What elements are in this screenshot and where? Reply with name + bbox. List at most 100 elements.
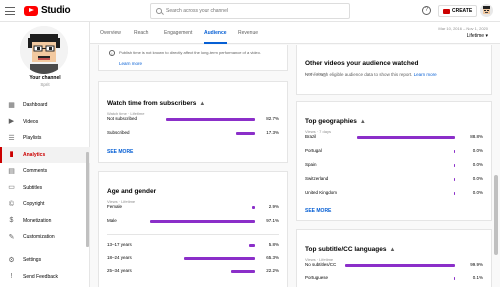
sidebar-item-label: Playlists xyxy=(23,135,42,142)
card-title: Watch time from subscribers xyxy=(107,100,197,107)
sidebar-item-monetization[interactable]: $ Monetization xyxy=(0,213,90,230)
sidebar-item-send-feedback[interactable]: ! Send Feedback xyxy=(0,269,90,286)
row-bar xyxy=(248,244,255,247)
watch-time-subscribers-card: Watch time from subscribers ▲ Watch time … xyxy=(98,81,288,163)
row-bar xyxy=(231,270,255,273)
row-label: Brazil xyxy=(305,134,317,139)
sidebar-item-subtitles[interactable]: ▭ Subtitles xyxy=(0,180,90,197)
geography-rows: Brazil 88.8% Portugal 0.0% Spain 0.0% Switzerl… xyxy=(305,134,483,204)
subtitle-rows: No subtitles/CC 99.9% Portuguese 0.1% xyxy=(305,262,483,287)
data-row: Subscribed 17.3% xyxy=(107,130,279,138)
data-row: Portugal 0.0% xyxy=(305,148,483,156)
sidebar-item-label: Customization xyxy=(23,234,55,241)
row-percent: 65.3% xyxy=(266,255,279,260)
card-header: Top geographies ▲ Views · 7 days xyxy=(305,110,366,134)
row-bar xyxy=(453,277,455,280)
data-row: No subtitles/CC 99.9% xyxy=(305,262,483,270)
row-percent: 0.0% xyxy=(472,176,483,181)
row-label: Female xyxy=(107,204,123,209)
subtitles-icon: ▭ xyxy=(8,184,15,192)
top-bar: Studio ? CREATE xyxy=(0,0,500,22)
search-input[interactable] xyxy=(166,8,336,14)
sidebar-item-copyright[interactable]: © Copyright xyxy=(0,196,90,213)
row-percent: 22.2% xyxy=(266,268,279,273)
row-bar xyxy=(345,264,455,267)
sidebar-item-settings[interactable]: ⚙ Settings xyxy=(0,252,90,269)
row-bar xyxy=(184,257,255,260)
row-bar xyxy=(251,206,255,209)
row-label: 25–34 years xyxy=(107,268,132,273)
card-header: Watch time from subscribers ▲ Watch time … xyxy=(107,92,205,116)
data-row: Spain 0.0% xyxy=(305,162,483,170)
watch-time-rows: Not subscribed 82.7% Subscribed 17.3% xyxy=(107,116,279,146)
card-title: Top geographies xyxy=(305,118,357,125)
row-label: United Kingdom xyxy=(305,190,338,195)
data-row: Not subscribed 82.7% xyxy=(107,116,279,124)
card-header: Age and gender Views · Lifetime xyxy=(107,180,156,204)
publish-time-note: Publish time is not known to directly af… xyxy=(119,50,261,55)
learn-more-link[interactable]: Learn more xyxy=(119,61,142,66)
date-range-picker[interactable]: Mar 10, 2016 – Nov 1, 2020 Lifetime ▾ xyxy=(438,26,488,39)
tab-overview[interactable]: Overview xyxy=(100,22,121,44)
sidebar-item-dashboard[interactable]: ▦ Dashboard xyxy=(0,97,90,114)
row-percent: 0.0% xyxy=(472,162,483,167)
studio-logo[interactable]: Studio xyxy=(24,5,71,16)
sidebar-item-label: Subtitles xyxy=(23,184,43,191)
see-more-button[interactable]: SEE MORE xyxy=(107,149,133,155)
info-icon: i xyxy=(109,50,115,56)
sidebar-item-label: Analytics xyxy=(23,151,46,158)
age-rows: 13–17 years 5.8% 18–24 years 65.3% 25–34 yea… xyxy=(107,242,279,282)
row-label: Switzerland xyxy=(305,176,329,181)
tab-audience[interactable]: Audience xyxy=(204,22,227,44)
chevron-down-icon: ▾ xyxy=(485,33,488,39)
account-avatar[interactable] xyxy=(480,4,493,17)
main-scrollbar[interactable] xyxy=(494,175,498,255)
warning-icon: ▲ xyxy=(359,119,366,125)
feedback-icon: ! xyxy=(10,273,13,281)
row-label: 18–24 years xyxy=(107,255,132,260)
row-label: Male xyxy=(107,218,117,223)
row-percent: 97.1% xyxy=(266,218,279,223)
card-title: Other videos your audience watched xyxy=(305,60,419,67)
search-box[interactable] xyxy=(150,3,350,19)
row-percent: 2.9% xyxy=(268,204,279,209)
row-bar xyxy=(453,178,455,181)
warning-icon: ▲ xyxy=(199,101,206,107)
sidebar-bottom-nav: ⚙ Settings ! Send Feedback xyxy=(0,252,90,285)
monetization-icon: $ xyxy=(9,217,14,225)
help-icon[interactable]: ? xyxy=(422,6,431,15)
gender-rows: Female 2.9% Male 97.1% xyxy=(107,204,279,224)
date-range-label: Lifetime ▾ xyxy=(466,33,488,39)
tab-engagement[interactable]: Engagement xyxy=(164,22,192,44)
row-percent: 5.8% xyxy=(268,242,279,247)
sidebar-item-customization[interactable]: ✎ Customization xyxy=(0,229,90,246)
publish-time-card: i Publish time is not known to directly … xyxy=(98,45,288,71)
row-label: 13–17 years xyxy=(107,242,132,247)
other-videos-card: Other videos your audience watched Last … xyxy=(296,45,492,95)
warning-icon: ▲ xyxy=(389,247,396,253)
channel-avatar[interactable] xyxy=(20,26,68,74)
search-icon[interactable] xyxy=(156,8,162,14)
divider xyxy=(107,234,279,235)
sidebar-item-playlists[interactable]: ☰ Playlists xyxy=(0,130,90,147)
dashboard-icon: ▦ xyxy=(8,101,15,109)
sidebar-item-comments[interactable]: ▤ Comments xyxy=(0,163,90,180)
sidebar-item-videos[interactable]: ▶ Videos xyxy=(0,114,90,131)
copyright-icon: © xyxy=(8,200,15,208)
age-gender-card: Age and gender Views · Lifetime Female 2.… xyxy=(98,171,288,287)
see-more-button[interactable]: SEE MORE xyxy=(305,208,331,214)
sidebar-scrollbar[interactable] xyxy=(86,152,89,247)
row-label: Portugal xyxy=(305,148,322,153)
sidebar-item-analytics[interactable]: ▮ Analytics xyxy=(0,146,90,163)
menu-icon[interactable] xyxy=(4,5,16,17)
tab-revenue[interactable]: Revenue xyxy=(238,22,258,44)
learn-more-link[interactable]: Learn more xyxy=(414,72,437,77)
data-row: 13–17 years 5.8% xyxy=(107,242,279,250)
video-camera-icon xyxy=(443,8,450,14)
data-row: Switzerland 0.0% xyxy=(305,176,483,184)
data-row: Female 2.9% xyxy=(107,204,279,212)
create-button[interactable]: CREATE xyxy=(438,5,478,17)
tab-reach[interactable]: Reach xyxy=(134,22,148,44)
row-label: Spain xyxy=(305,162,317,167)
subtitle-languages-card: Top subtitle/CC languages ▲ Views · Lifet… xyxy=(296,229,492,287)
